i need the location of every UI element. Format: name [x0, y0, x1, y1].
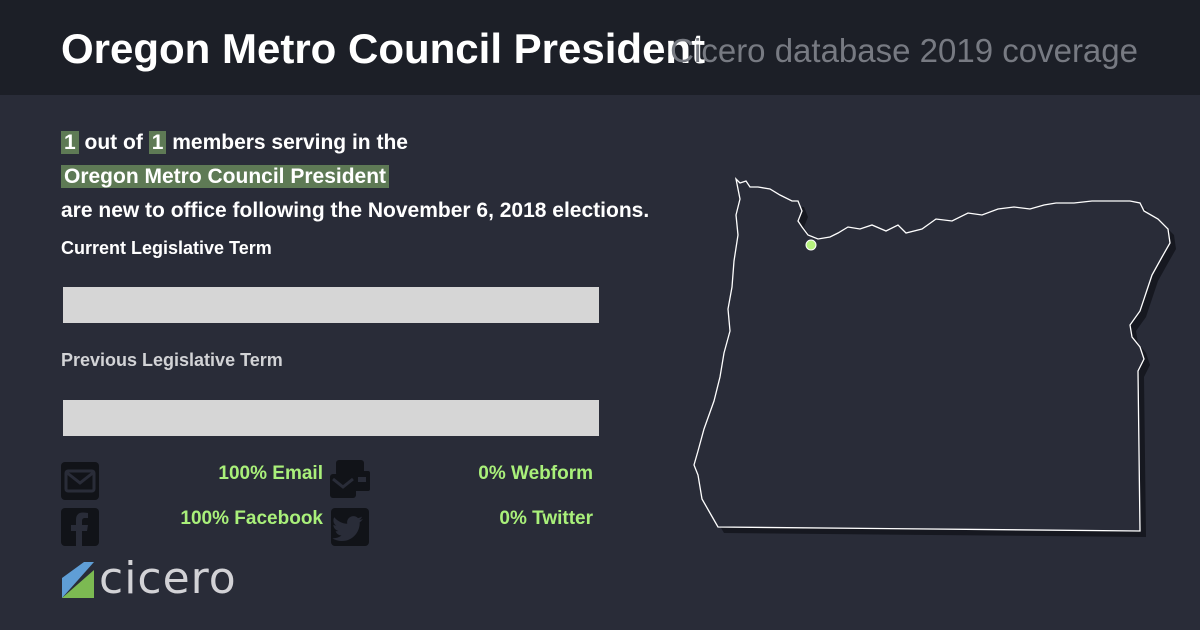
current-term-bar	[63, 287, 599, 323]
summary-text: 1 out of 1 members serving in the Oregon…	[61, 126, 761, 228]
current-term-label: Current Legislative Term	[61, 238, 272, 258]
new-count: 1	[61, 131, 79, 154]
webform-stat: 0% Webform	[478, 463, 593, 484]
portland-marker	[805, 239, 817, 251]
twitter-icon	[331, 508, 369, 546]
out-of-text: out of	[84, 131, 143, 154]
webform-icon	[330, 460, 370, 498]
header-bar: Oregon Metro Council President Cicero da…	[0, 0, 1200, 95]
twitter-stat: 0% Twitter	[499, 508, 593, 529]
envelope-icon	[61, 462, 99, 500]
oregon-shape	[693, 177, 1171, 532]
facebook-stat: 100% Facebook	[180, 508, 323, 529]
total-count: 1	[148, 131, 167, 154]
members-text: members serving in the	[172, 131, 408, 154]
previous-term-bar	[63, 400, 599, 436]
coverage-subtitle: Cicero database 2019 coverage	[670, 32, 1138, 69]
cicero-logo-text: cicero	[99, 553, 237, 604]
cicero-logo-icon	[62, 562, 94, 598]
facebook-icon	[61, 508, 99, 546]
tail-text: are new to office following the November…	[61, 199, 650, 222]
oregon-map	[693, 177, 1176, 537]
page-title: Oregon Metro Council President	[61, 25, 706, 72]
email-stat: 100% Email	[218, 463, 323, 484]
body-name: Oregon Metro Council President	[61, 165, 390, 188]
previous-term-label: Previous Legislative Term	[61, 350, 283, 370]
